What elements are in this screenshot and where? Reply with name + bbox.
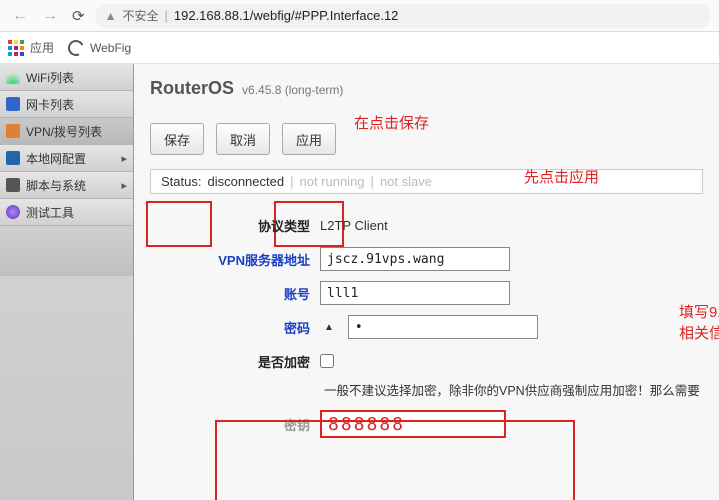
sidebar-item-label: 脚本与系统	[26, 177, 86, 194]
wifi-icon	[6, 70, 20, 84]
apps-label: 应用	[30, 39, 54, 56]
encrypt-label: 是否加密	[190, 352, 310, 371]
action-button-row: 保存 取消 应用	[150, 123, 703, 155]
version-label: v6.45.8 (long-term)	[242, 83, 343, 97]
status-value: disconnected	[207, 174, 284, 189]
test-icon	[6, 205, 20, 219]
script-icon	[6, 178, 20, 192]
sidebar: WiFi列表 网卡列表 VPN/拨号列表 本地网配置 ▸ 脚本与系统 ▸ 测试工具	[0, 64, 134, 500]
apps-shortcut[interactable]: 应用	[8, 39, 54, 56]
sidebar-item-label: WiFi列表	[26, 69, 74, 86]
nic-icon	[6, 97, 20, 111]
webfig-shortcut[interactable]: WebFig	[68, 40, 131, 56]
cancel-button[interactable]: 取消	[216, 123, 270, 155]
webfig-label: WebFig	[90, 41, 131, 55]
forward-icon[interactable]: →	[38, 7, 62, 25]
apps-icon	[8, 40, 24, 56]
status-bar: Status: disconnected | not running | not…	[150, 169, 703, 194]
apply-button[interactable]: 应用	[282, 123, 336, 155]
encrypt-hint: 一般不建议选择加密，除非你的VPN供应商强制应用加密！那么需要	[324, 380, 703, 399]
sidebar-item-test[interactable]: 测试工具	[0, 199, 133, 226]
insecure-icon: ▲	[105, 9, 117, 23]
interface-form: 协议类型 L2TP Client VPN服务器地址 账号 密码 ▲ 是否加密 一…	[190, 208, 703, 441]
status-label: Status:	[161, 174, 201, 189]
sidebar-item-label: 网卡列表	[26, 96, 74, 113]
lan-icon	[6, 151, 20, 165]
sidebar-footer	[0, 226, 133, 276]
status-running: not running	[299, 174, 364, 189]
content-pane: RouterOS v6.45.8 (long-term) 在点击保存 先点击应用…	[134, 64, 719, 500]
bookmarks-bar: 应用 WebFig	[0, 32, 719, 64]
url-text: 192.168.88.1/webfig/#PPP.Interface.12	[174, 8, 399, 23]
browser-toolbar: ← → ⟳ ▲ 不安全 | 192.168.88.1/webfig/#PPP.I…	[0, 0, 719, 32]
chevron-right-icon: ▸	[121, 152, 127, 165]
password-label: 密码	[190, 318, 310, 337]
protocol-label: 协议类型	[190, 216, 310, 235]
reload-icon[interactable]: ⟳	[68, 7, 89, 25]
sidebar-item-wifi[interactable]: WiFi列表	[0, 64, 133, 91]
sidebar-item-script[interactable]: 脚本与系统 ▸	[0, 172, 133, 199]
key-label: 密钥	[190, 415, 310, 434]
sidebar-item-nic[interactable]: 网卡列表	[0, 91, 133, 118]
sidebar-item-lan[interactable]: 本地网配置 ▸	[0, 145, 133, 172]
insecure-label: 不安全	[122, 7, 158, 24]
sidebar-item-label: 测试工具	[26, 204, 74, 221]
user-input[interactable]	[320, 281, 510, 305]
protocol-value: L2TP Client	[320, 218, 388, 233]
password-input[interactable]	[348, 315, 538, 339]
vpn-icon	[6, 124, 20, 138]
address-bar[interactable]: ▲ 不安全 | 192.168.88.1/webfig/#PPP.Interfa…	[95, 4, 711, 28]
save-button[interactable]: 保存	[150, 123, 204, 155]
sidebar-item-label: 本地网配置	[26, 150, 86, 167]
sidebar-item-label: VPN/拨号列表	[26, 123, 102, 140]
user-label: 账号	[190, 284, 310, 303]
key-input[interactable]	[320, 410, 506, 438]
encrypt-checkbox[interactable]	[320, 354, 334, 368]
server-label: VPN服务器地址	[190, 250, 310, 269]
webfig-icon	[66, 37, 87, 58]
sidebar-item-vpn[interactable]: VPN/拨号列表	[0, 118, 133, 145]
chevron-right-icon: ▸	[121, 179, 127, 192]
status-slave: not slave	[380, 174, 432, 189]
password-toggle-icon[interactable]: ▲	[320, 322, 338, 333]
addr-separator: |	[164, 8, 167, 23]
server-input[interactable]	[320, 247, 510, 271]
back-icon[interactable]: ←	[8, 7, 32, 25]
page-title: RouterOS	[150, 78, 234, 99]
